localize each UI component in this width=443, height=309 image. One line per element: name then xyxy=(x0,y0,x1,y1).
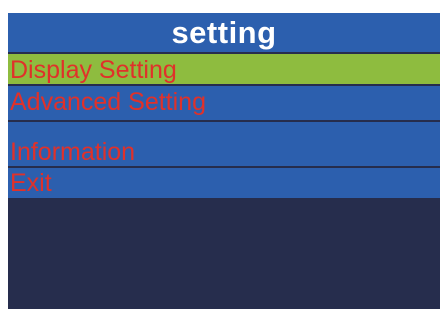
menu-item-label: Information xyxy=(10,138,136,166)
menu-item-label: Advanced Setting xyxy=(10,88,206,116)
menu-item-information[interactable]: Information xyxy=(8,122,440,166)
settings-screen: setting Display Setting Advanced Setting… xyxy=(8,13,440,309)
menu-item-exit[interactable]: Exit xyxy=(8,168,440,198)
page-title: setting xyxy=(8,13,440,52)
menu-item-label: Exit xyxy=(10,169,52,197)
menu-item-label: Display Setting xyxy=(10,56,177,84)
menu-item-display-setting[interactable]: Display Setting xyxy=(8,54,440,84)
menu-item-advanced-setting[interactable]: Advanced Setting xyxy=(8,86,440,120)
